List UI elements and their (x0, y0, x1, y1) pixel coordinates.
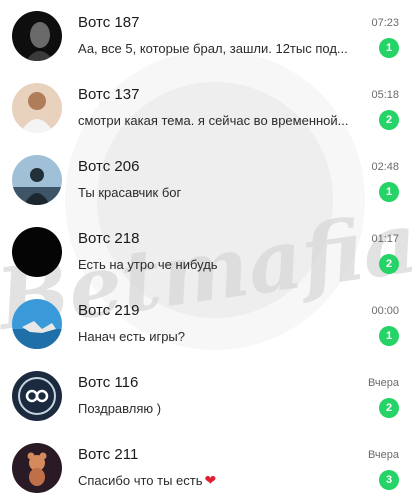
avatar (12, 83, 62, 133)
unread-badge: 2 (379, 110, 399, 130)
chat-name: Вотс 187 (78, 14, 140, 31)
chat-name: Вотс 211 (78, 446, 139, 463)
heart-emoji-icon: ❤ (204, 471, 217, 488)
chat-item-votes-137[interactable]: Вотс 137 05:18 смотри какая тема. я сейч… (0, 72, 417, 144)
chat-name: Вотс 206 (78, 158, 140, 175)
unread-badge: 1 (379, 38, 399, 58)
avatar (12, 299, 62, 349)
chat-name: Вотс 116 (78, 374, 139, 391)
chat-time: 07:23 (371, 16, 399, 29)
unread-badge: 2 (379, 254, 399, 274)
chat-name: Вотс 218 (78, 230, 140, 247)
chat-time: Вчера (367, 448, 399, 461)
chat-preview: Нанач есть игры? (78, 328, 186, 344)
chat-preview: смотри какая тема. я сейчас во временной… (78, 112, 349, 128)
avatar (12, 11, 62, 61)
chat-item-votes-206[interactable]: Вотс 206 02:48 Ты красавчик бог 1 (0, 144, 417, 216)
chat-time: Вчера (367, 376, 399, 389)
chat-time: 00:00 (371, 304, 399, 317)
chat-item-votes-219[interactable]: Вотс 219 00:00 Нанач есть игры? 1 (0, 288, 417, 360)
avatar (12, 155, 62, 205)
unread-badge: 3 (379, 470, 399, 490)
avatar (12, 443, 62, 493)
chat-preview: Ты красавчик бог (78, 184, 182, 200)
chat-name: Вотс 137 (78, 86, 140, 103)
chat-item-votes-211[interactable]: Вотс 211 Вчера Спасибо что ты есть ❤ 3 (0, 432, 417, 504)
avatar (12, 227, 62, 277)
chat-item-votes-116[interactable]: Вотс 116 Вчера Поздравляю ) 2 (0, 360, 417, 432)
unread-badge: 1 (379, 182, 399, 202)
chat-preview: Есть на утро че нибудь (78, 256, 218, 272)
chat-item-votes-218[interactable]: Вотс 218 01:17 Есть на утро че нибудь 2 (0, 216, 417, 288)
chat-list: Вотс 187 07:23 Аа, все 5, которые брал, … (0, 0, 417, 504)
unread-badge: 1 (379, 326, 399, 346)
avatar (12, 371, 62, 421)
chat-time: 05:18 (371, 88, 399, 101)
chat-preview: Спасибо что ты есть ❤ (78, 472, 216, 489)
chat-preview: Поздравляю ) (78, 400, 162, 416)
chat-preview-text: Спасибо что ты есть (78, 472, 203, 488)
chat-time: 02:48 (371, 160, 399, 173)
chat-time: 01:17 (371, 232, 399, 245)
chat-item-votes-187[interactable]: Вотс 187 07:23 Аа, все 5, которые брал, … (0, 0, 417, 72)
chat-preview: Аа, все 5, которые брал, зашли. 12тыс по… (78, 40, 348, 56)
chat-name: Вотс 219 (78, 302, 140, 319)
unread-badge: 2 (379, 398, 399, 418)
